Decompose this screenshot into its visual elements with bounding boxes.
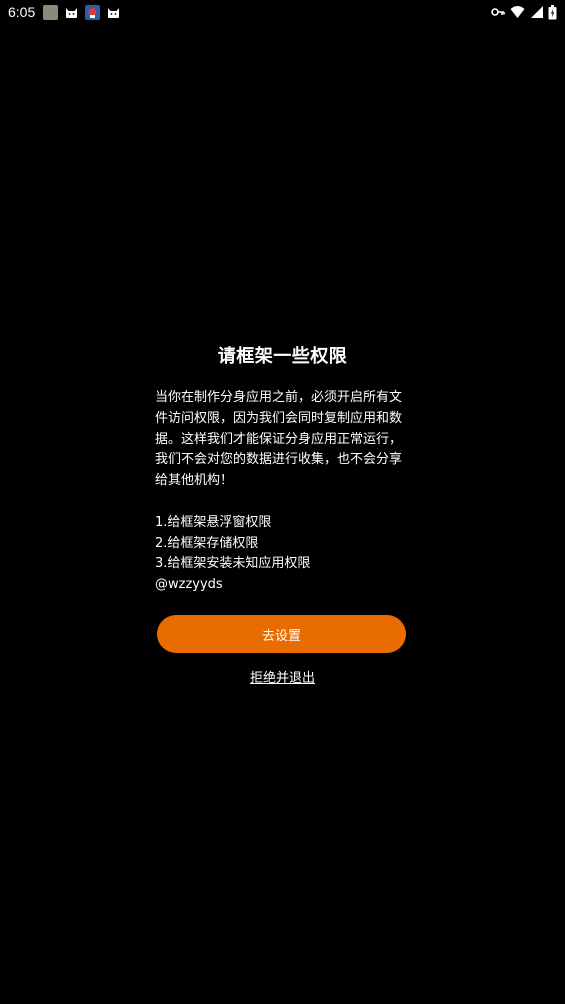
- game-app-icon: [85, 4, 101, 20]
- status-time: 6:05: [8, 4, 36, 20]
- status-bar: 6:05: [0, 0, 565, 24]
- image-thumbnail-icon: [43, 4, 59, 20]
- wifi-icon: [510, 5, 525, 19]
- dialog-title: 请框架一些权限: [217, 346, 348, 367]
- permission-dialog: 请框架一些权限 当你在制作分身应用之前，必须开启所有文件访问权限，因为我们会同时…: [155, 342, 410, 596]
- cat-app-icon: [64, 5, 79, 20]
- battery-icon: [548, 4, 557, 20]
- status-bar-right: [491, 4, 557, 20]
- status-bar-left: 6:05: [8, 4, 121, 20]
- dialog-body: 当你在制作分身应用之前，必须开启所有文件访问权限，因为我们会同时复制应用和数据。…: [155, 390, 403, 593]
- signal-icon: [530, 5, 543, 19]
- reject-and-exit-link[interactable]: 拒绝并退出: [0, 667, 565, 686]
- cat-app-icon: [106, 5, 121, 20]
- go-to-settings-button[interactable]: 去设置: [157, 615, 406, 653]
- key-icon: [491, 5, 505, 19]
